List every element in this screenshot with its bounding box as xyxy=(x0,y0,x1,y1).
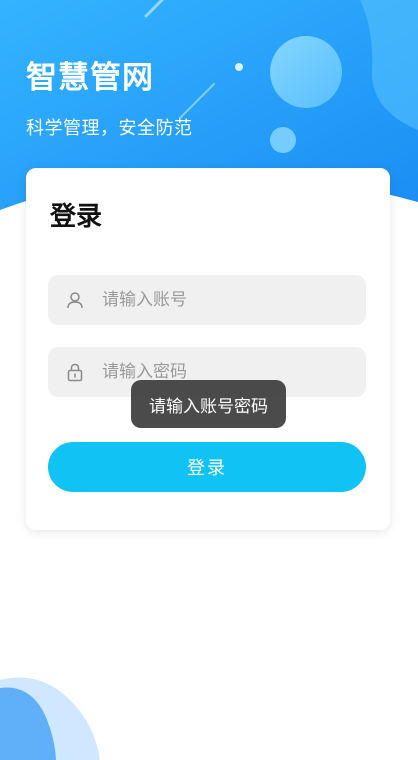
toast-message: 请输入账号密码 xyxy=(131,380,286,428)
lock-icon xyxy=(48,347,102,397)
username-field[interactable] xyxy=(48,275,366,325)
app-title: 智慧管网 xyxy=(26,60,154,96)
app-slogan: 科学管理，安全防范 xyxy=(26,118,193,139)
login-card: 登录 登录 xyxy=(26,168,390,530)
login-title: 登录 xyxy=(50,202,103,232)
login-button[interactable]: 登录 xyxy=(48,442,366,492)
user-icon xyxy=(48,275,102,325)
bottom-decoration xyxy=(0,677,100,760)
username-input[interactable] xyxy=(102,275,352,325)
